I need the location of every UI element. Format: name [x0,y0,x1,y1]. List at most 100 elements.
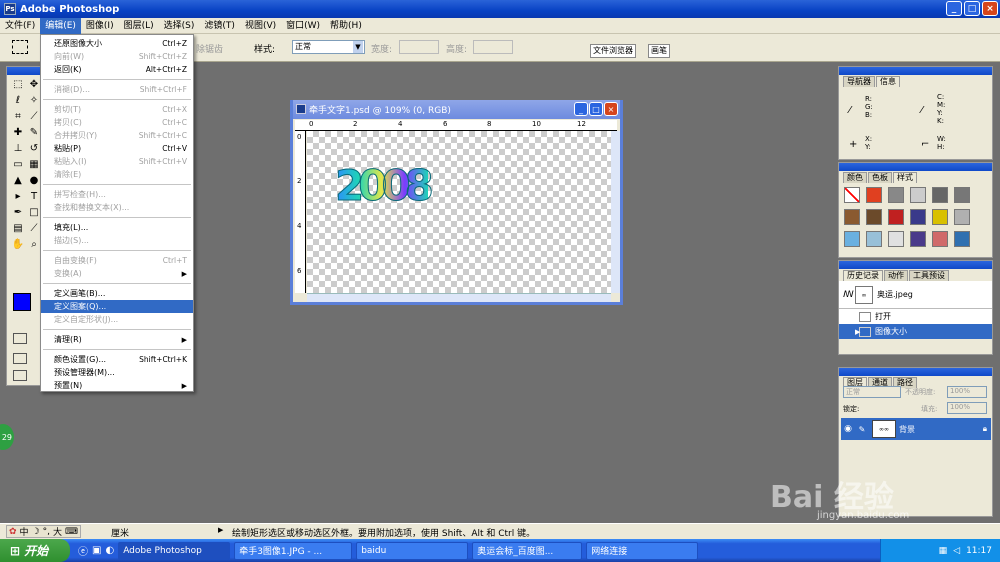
maximize-button[interactable]: □ [964,1,980,16]
style-swatch[interactable] [910,187,926,203]
opacity-input[interactable]: 100% [947,386,987,398]
menu-item[interactable]: 定义自定形状(J)... [41,313,193,326]
menu-item[interactable]: 向前(W) Shift+Ctrl+Z [41,50,193,63]
crop-tool-icon[interactable]: ⌗ [10,109,26,124]
doc-minimize-button[interactable]: _ [574,102,588,116]
menu-file[interactable]: 文件(F) [0,18,40,34]
menu-edit[interactable]: 编辑(E) [40,17,81,34]
style-swatch[interactable] [888,231,904,247]
history-snapshot[interactable]: ꟿ ∞ 奥运.jpeg [839,281,992,309]
tab-swatches[interactable]: 色板 [868,172,892,183]
screen-mode-icon[interactable] [13,353,27,364]
pen-tool-icon[interactable]: ✒ [10,205,26,220]
tab-color[interactable]: 颜色 [843,172,867,183]
marquee-tool-preset-icon[interactable] [12,40,28,54]
menu-select[interactable]: 选择(S) [159,18,200,34]
foreground-color-swatch[interactable] [13,293,31,311]
close-button[interactable]: × [982,1,998,16]
minimize-button[interactable]: _ [946,1,962,16]
menu-item[interactable]: 预设管理器(M)... [41,366,193,379]
style-swatch[interactable] [932,231,948,247]
tab-styles[interactable]: 样式 [893,172,917,183]
style-swatch[interactable] [954,231,970,247]
style-swatch[interactable] [888,209,904,225]
task-folder-baidu[interactable]: baidu [356,541,469,560]
stamp-tool-icon[interactable]: ⊥ [10,141,26,156]
path-select-icon[interactable]: ▸ [10,189,26,204]
task-photoshop[interactable]: Adobe Photoshop [118,541,231,560]
menu-item[interactable]: 消褪(D)... Shift+Ctrl+F [41,83,193,96]
menu-item[interactable]: 拷贝(C) Ctrl+C [41,116,193,129]
style-swatch[interactable] [866,209,882,225]
menu-item[interactable]: 清除(E) [41,168,193,181]
width-input[interactable] [399,40,439,54]
task-browser[interactable]: 奥运会标_百度图... [472,541,583,560]
menu-view[interactable]: 视图(V) [240,18,281,34]
doc-close-button[interactable]: × [604,102,618,116]
height-input[interactable] [473,40,513,54]
eye-icon[interactable]: ◉ [841,424,855,434]
notes-tool-icon[interactable]: ▤ [10,221,26,236]
task-image-viewer[interactable]: 牵手3图像1.JPG - ... [234,541,353,560]
menu-item[interactable]: 预置(N) ▶ [41,379,193,392]
menu-item[interactable]: 粘贴(P) Ctrl+V [41,142,193,155]
menu-item[interactable]: 描边(S)... [41,234,193,247]
menu-layer[interactable]: 图层(L) [119,18,159,34]
eraser-tool-icon[interactable]: ▭ [10,157,26,172]
image-canvas[interactable]: 2008 [307,131,611,293]
ime-toolbar[interactable]: ✿ 中 ☽ °, 大 ⌨ [6,525,82,538]
blur-tool-icon[interactable]: ▲ [10,173,26,188]
history-step[interactable]: 打开 [839,309,992,324]
style-swatch[interactable] [910,209,926,225]
menu-window[interactable]: 窗口(W) [281,18,325,34]
tab-info[interactable]: 信息 [876,76,900,87]
tab-history[interactable]: 历史记录 [843,270,883,281]
style-swatch[interactable] [954,209,970,225]
fill-input[interactable]: 100% [947,402,987,414]
menu-item[interactable]: 粘贴入(I) Shift+Ctrl+V [41,155,193,168]
menu-item[interactable]: 定义画笔(B)... [41,287,193,300]
tab-tool-presets[interactable]: 工具预设 [909,270,949,281]
menu-image[interactable]: 图像(I) [81,18,119,34]
desktop-icon[interactable]: ▣ [92,545,101,556]
menu-item[interactable]: 自由变换(F) Ctrl+T [41,254,193,267]
menu-item[interactable]: 还原图像大小 Ctrl+Z [41,37,193,50]
jump-to-imageready-icon[interactable] [13,370,27,381]
vertical-scrollbar[interactable] [611,131,620,293]
media-icon[interactable]: ◐ [105,545,114,556]
menu-item[interactable]: 颜色设置(G)... Shift+Ctrl+K [41,353,193,366]
standard-mode-icon[interactable] [13,333,27,344]
style-swatch[interactable] [866,187,882,203]
menu-item[interactable]: 合并拷贝(Y) Shift+Ctrl+C [41,129,193,142]
blend-mode-select[interactable]: 正常 [843,386,901,398]
history-step-current[interactable]: ▶ 图像大小 [839,324,992,339]
style-swatch[interactable] [844,231,860,247]
clock[interactable]: 11:17 [966,546,992,556]
horizontal-scrollbar[interactable] [307,293,611,302]
tab-actions[interactable]: 动作 [884,270,908,281]
hand-tool-icon[interactable]: ✋ [10,237,26,252]
healing-brush-icon[interactable]: ✚ [10,125,26,140]
menu-item[interactable]: 清理(R) ▶ [41,333,193,346]
style-swatch[interactable] [888,187,904,203]
style-swatch[interactable] [844,209,860,225]
zoom-badge[interactable]: 29 [0,424,14,450]
style-swatch-none[interactable] [844,187,860,203]
menu-help[interactable]: 帮助(H) [325,18,367,34]
file-browser-tab[interactable]: 文件浏览器 [590,44,636,58]
style-swatch[interactable] [910,231,926,247]
tab-navigator[interactable]: 导航器 [843,76,875,87]
network-icon[interactable]: ▦ [939,546,948,556]
style-select[interactable]: 正常 ▼ [292,40,365,54]
style-swatch[interactable] [932,187,948,203]
lasso-tool-icon[interactable]: ℓ [10,93,26,108]
layer-row-background[interactable]: ◉ ✎ ∞∞ 背景 🔒︎ [841,418,991,440]
menu-item[interactable]: 填充(L)... [41,221,193,234]
style-swatch[interactable] [866,231,882,247]
menu-item[interactable]: 查找和替换文本(X)... [41,201,193,214]
menu-item[interactable]: 定义图案(Q)... [41,300,193,313]
menu-item[interactable]: 变换(A) ▶ [41,267,193,280]
style-swatch[interactable] [932,209,948,225]
ime-mode[interactable]: 中 [20,525,29,538]
task-network[interactable]: 网络连接 [586,541,699,560]
